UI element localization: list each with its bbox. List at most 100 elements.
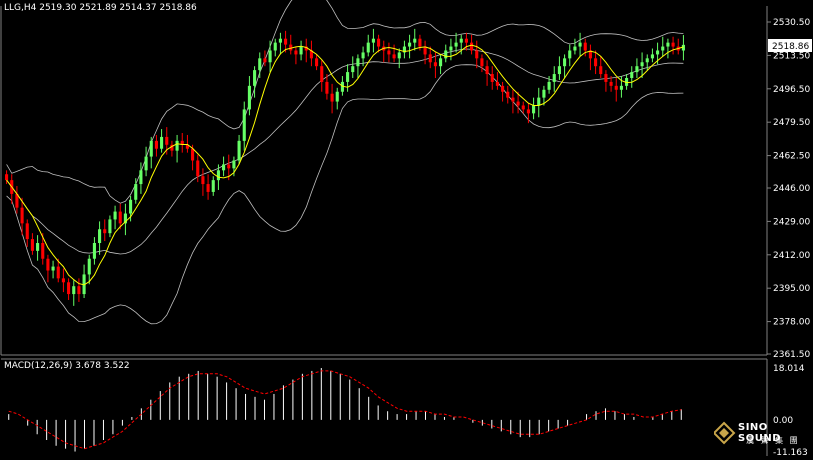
candle-body [144, 156, 148, 171]
candle-body [51, 266, 55, 271]
candle-body [671, 42, 675, 47]
candle-body [490, 74, 494, 82]
price-tick-label: 2378.00 [773, 318, 810, 328]
candle-body [361, 52, 365, 59]
price-tick-label: 2496.50 [773, 85, 810, 95]
candle-body [506, 91, 510, 98]
price-tick-label: 2429.00 [773, 217, 810, 227]
candle-body [516, 101, 520, 106]
candle-body [242, 109, 246, 141]
high-value: 2521.89 [79, 3, 117, 13]
candle-body [237, 140, 241, 161]
candle-body [268, 50, 272, 63]
candle-body [30, 239, 34, 251]
price-header: LLG,H4 2519.30 2521.89 2514.37 2518.86 [4, 3, 197, 13]
candle-body [92, 243, 96, 259]
open-value: 2519.30 [39, 3, 77, 13]
candle-body [599, 66, 603, 75]
candle-body [211, 180, 215, 192]
candle-body [459, 38, 463, 43]
candle-body [278, 38, 282, 43]
price-tick-label: 2479.50 [773, 118, 810, 128]
candle-body [175, 140, 179, 151]
candle-body [315, 58, 319, 67]
candle-body [129, 199, 133, 214]
candle-body [320, 66, 324, 82]
candle-body [222, 164, 226, 171]
candle-body [475, 50, 479, 59]
candle-body [552, 74, 556, 82]
symbol-label: LLG,H4 [4, 3, 37, 13]
candle-body [568, 50, 572, 59]
candle-body [397, 52, 401, 59]
candle-body [61, 278, 65, 283]
candle-body [5, 174, 9, 181]
logo-subtitle: 漢 聲 集 團 [746, 436, 800, 445]
macd-label: MACD(12,26,9) [4, 361, 73, 371]
price-tick-label: 2530.50 [773, 18, 810, 28]
candle-body [67, 282, 71, 295]
candle-body [330, 93, 334, 102]
candle-body [325, 81, 329, 94]
candle-body [470, 42, 474, 51]
candle-body [521, 105, 525, 110]
candle-body [661, 46, 665, 51]
sino-sound-logo: SINO SOUND 漢 聲 集 團 [712, 420, 813, 456]
candle-body [108, 219, 112, 234]
candle-body [542, 89, 546, 98]
candle-body [413, 38, 417, 43]
candle-body [604, 74, 608, 82]
candle-body [139, 170, 143, 185]
candle-body [387, 50, 391, 55]
candle-body [273, 42, 277, 51]
candle-body [501, 85, 505, 92]
candle-body [433, 62, 437, 67]
price-tick-label: 2513.50 [773, 51, 810, 61]
candle-body [557, 66, 561, 75]
candle-body [351, 66, 355, 73]
candle-body [201, 176, 205, 185]
candle-body [191, 148, 195, 161]
candle-body [165, 136, 169, 145]
candle-body [232, 160, 236, 169]
candle-body [227, 164, 231, 169]
candle-body [444, 50, 448, 59]
current-price-marker: 2518.86 [768, 39, 812, 52]
candle-body [640, 62, 644, 67]
candle-body [149, 140, 153, 157]
candle-body [253, 70, 257, 86]
current-price-label: 2518.86 [772, 42, 809, 52]
candle-body [113, 211, 117, 220]
candle-body [377, 38, 381, 47]
candle-body [206, 184, 210, 192]
candle-body [630, 72, 634, 78]
candle-body [41, 243, 45, 259]
candle-body [294, 50, 298, 55]
candle-body [449, 46, 453, 51]
candle-body [650, 54, 654, 59]
candle-body [56, 266, 60, 279]
candle-body [454, 42, 458, 47]
price-tick-label: 2412.00 [773, 251, 810, 261]
macd-signal-value: 3.522 [103, 361, 130, 371]
macd-header: MACD(12,26,9) 3.678 3.522 [4, 361, 130, 371]
price-tick-label: 2395.00 [773, 284, 810, 294]
candle-body [439, 58, 443, 67]
candle-body [619, 85, 623, 90]
candle-body [263, 58, 267, 63]
candle-body [196, 160, 200, 177]
candle-body [464, 38, 468, 43]
candle-body [408, 42, 412, 47]
candle-body [614, 85, 618, 90]
candle-body [666, 42, 670, 47]
chart-window: 2530.50 2513.50 2496.50 2479.50 2462.50 2446.… [0, 0, 813, 458]
candle-body [154, 140, 158, 149]
candle-body [573, 46, 577, 51]
candle-body [25, 223, 29, 240]
candle-body [594, 58, 598, 67]
price-tick-label: 2361.50 [773, 350, 810, 360]
chart-canvas[interactable]: 2530.50 2513.50 2496.50 2479.50 2462.50 2446.… [0, 0, 813, 458]
candle-body [526, 109, 530, 114]
candle-body [563, 58, 567, 67]
candle-body [216, 170, 220, 181]
